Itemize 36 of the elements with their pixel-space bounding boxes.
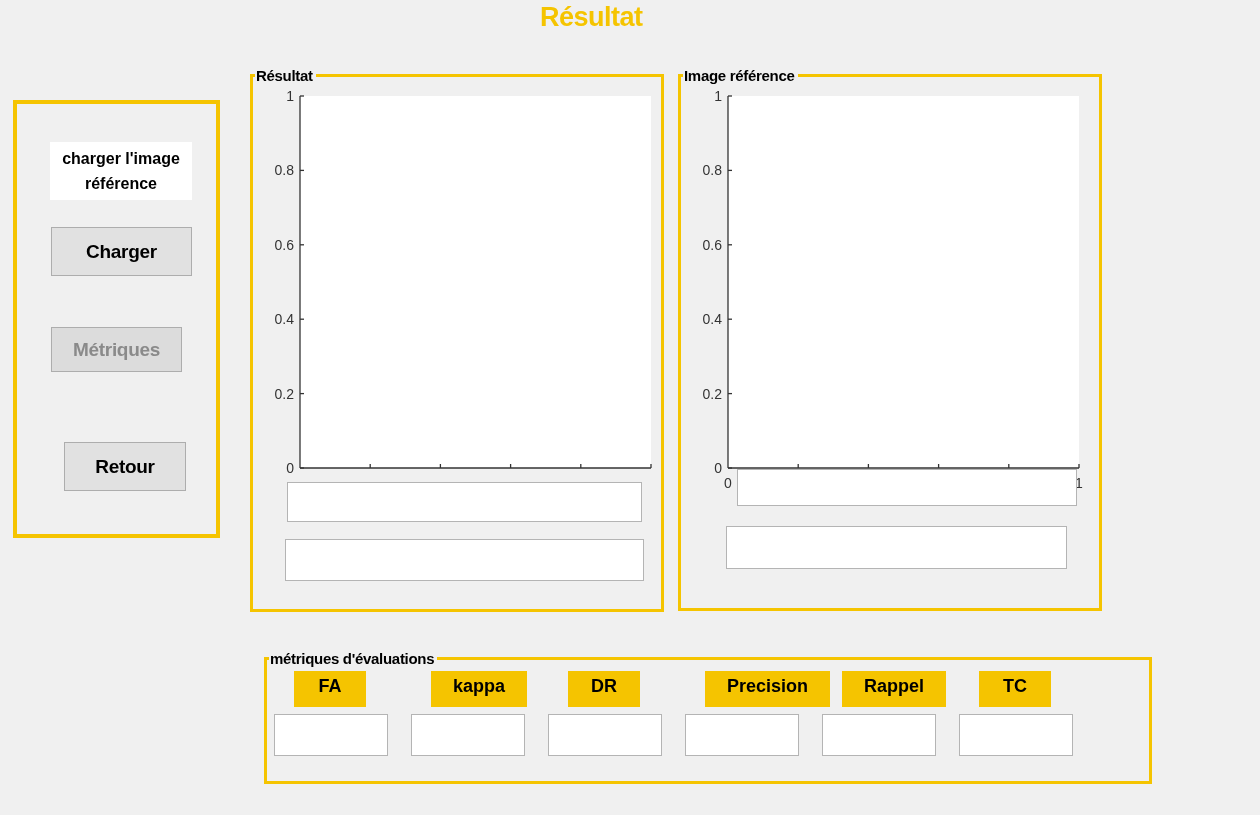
tick-label: 0	[286, 460, 294, 474]
tick-label: 0.4	[702, 311, 722, 328]
tick-label: 1	[286, 88, 294, 104]
text-field[interactable]	[737, 469, 1077, 506]
metric-field[interactable]	[274, 714, 388, 756]
metric-field[interactable]	[685, 714, 799, 756]
page-title: Résultat	[540, 2, 643, 33]
metric-field[interactable]	[822, 714, 936, 756]
text-field[interactable]	[726, 526, 1067, 569]
tick-label: 0.8	[274, 162, 294, 179]
metric-label: TC	[979, 671, 1051, 707]
tick-label: 0	[714, 460, 722, 476]
tick-label: 0.2	[702, 385, 722, 402]
metric-label: Rappel	[842, 671, 946, 707]
panel-title: Résultat	[255, 67, 314, 84]
action-button[interactable]: Retour	[64, 442, 186, 491]
tick-label: 0.6	[702, 236, 722, 253]
metric-label: DR	[568, 671, 640, 707]
tick-label: 0.8	[702, 162, 722, 179]
metric-label: Precision	[705, 671, 831, 707]
tick-label: 0.4	[274, 311, 294, 328]
tick-label: 1	[714, 88, 722, 104]
tick-label: 0.6	[274, 236, 294, 253]
metric-field[interactable]	[959, 714, 1073, 756]
metric-field[interactable]	[411, 714, 525, 756]
tick-label: 0	[724, 475, 732, 491]
caption: charger l'image référence	[50, 142, 192, 200]
text-field[interactable]	[287, 482, 642, 522]
metric-label: kappa	[431, 671, 528, 707]
tick-label: 0.2	[274, 385, 294, 402]
action-button[interactable]: Charger	[51, 227, 192, 276]
panel-title: métriques d'évaluations	[269, 650, 436, 667]
panel-title: Image référence	[683, 67, 796, 84]
metric-field[interactable]	[548, 714, 662, 756]
text-field[interactable]	[285, 539, 644, 581]
metric-label: FA	[294, 671, 366, 707]
